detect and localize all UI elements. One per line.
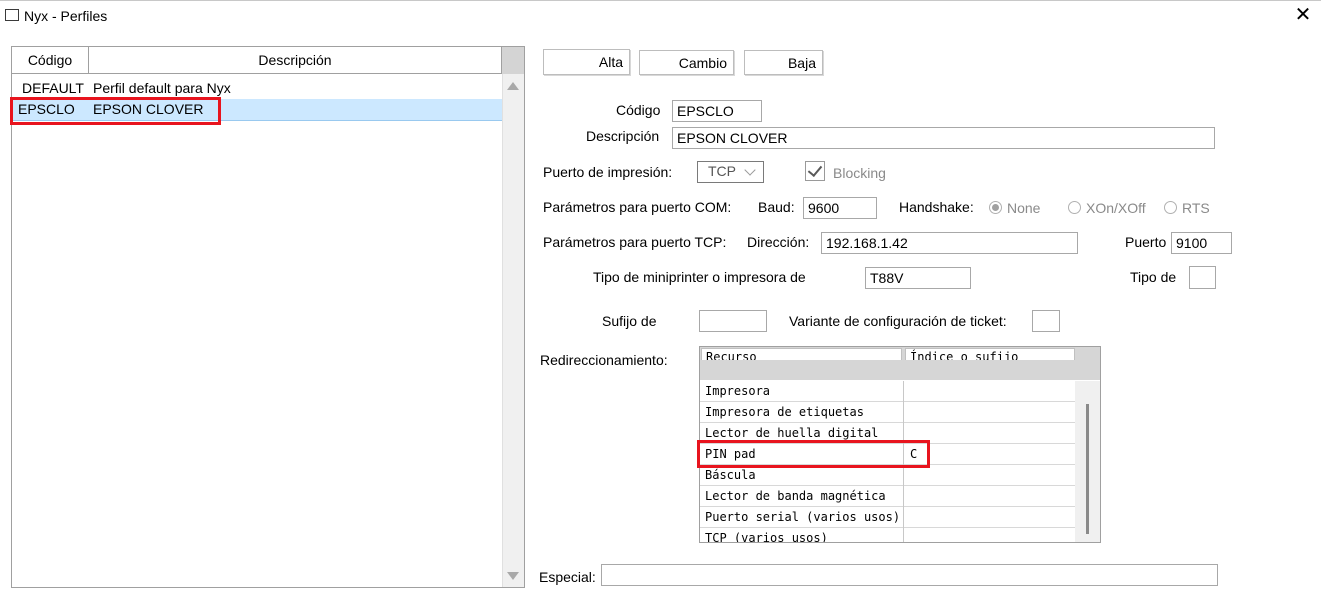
profiles-grid-header: Código Descripción <box>12 47 502 74</box>
tcp-params-label: Parámetros para puerto TCP: <box>543 234 727 250</box>
sufijo-label: Sufijo de <box>602 313 657 329</box>
window-icon <box>5 9 19 21</box>
variante-label: Variante de configuración de ticket: <box>789 313 1007 329</box>
puerto-impresion-value: TCP <box>708 163 736 179</box>
cell-recurso: Báscula <box>700 465 904 486</box>
redirect-table-scroll-thumb[interactable] <box>1086 404 1089 534</box>
cell-recurso <box>700 360 904 381</box>
com-params-label: Parámetros para puerto COM: <box>543 199 732 215</box>
cell-codigo: DEFAULT <box>22 80 84 96</box>
baud-field[interactable]: 9600 <box>803 197 877 219</box>
descripcion-label: Descripción <box>586 128 660 144</box>
table-row[interactable]: Lector de banda magnética <box>700 486 1075 507</box>
column-header-codigo[interactable]: Código <box>12 47 89 73</box>
tipo-miniprinter-field[interactable]: T88V <box>865 267 971 289</box>
highlight-box-selected-profile <box>10 97 221 125</box>
cell-indice <box>905 381 1080 402</box>
profiles-grid[interactable] <box>11 46 525 588</box>
table-row[interactable]: Puerto serial (varios usos) <box>700 507 1075 528</box>
puerto-tcp-field[interactable]: 9100 <box>1171 232 1232 254</box>
puerto-impresion-label: Puerto de impresión: <box>543 164 673 180</box>
table-row[interactable]: Báscula <box>700 465 1075 486</box>
alta-button[interactable]: Alta <box>543 49 630 75</box>
tipo-miniprinter-label: Tipo de miniprinter o impresora de <box>593 269 806 285</box>
cell-recurso: TCP (varios usos) <box>700 528 904 542</box>
handshake-none-label: None <box>1007 200 1041 216</box>
cell-indice: C <box>910 447 918 461</box>
handshake-rts-label: RTS <box>1182 200 1210 216</box>
cell-recurso: Lector de banda magnética <box>700 486 904 507</box>
window-top-border <box>0 0 1321 1</box>
tipo-de-field[interactable] <box>1189 266 1216 289</box>
cell-recurso: Impresora de etiquetas <box>700 402 904 423</box>
cell-recurso: Impresora <box>700 381 904 402</box>
cell-indice <box>905 423 1080 444</box>
table-row[interactable]: Impresora de etiquetas <box>700 402 1075 423</box>
table-row[interactable] <box>700 360 1075 380</box>
column-header-descripcion[interactable]: Descripción <box>89 47 502 73</box>
cambio-button[interactable]: Cambio <box>639 50 734 75</box>
variante-field[interactable] <box>1032 310 1060 332</box>
highlight-box-pin-pad <box>697 440 930 468</box>
especial-label: Especial: <box>539 569 596 585</box>
radio-selected-dot-icon <box>992 204 999 211</box>
direccion-field[interactable]: 192.168.1.42 <box>821 232 1078 254</box>
scrollbar-header-block <box>502 47 524 74</box>
codigo-label: Código <box>616 102 661 118</box>
especial-field[interactable] <box>601 564 1218 586</box>
tipo-de-label: Tipo de <box>1130 269 1177 285</box>
cell-indice <box>905 402 1080 423</box>
close-icon[interactable]: ✕ <box>1292 3 1314 27</box>
handshake-rts-radio[interactable] <box>1164 201 1177 214</box>
table-row[interactable]: TCP (varios usos) <box>700 528 1075 542</box>
cell-indice <box>905 486 1080 507</box>
window-title: Nyx - Perfiles <box>24 8 108 24</box>
handshake-xonxoff-radio[interactable] <box>1068 201 1081 214</box>
blocking-label: Blocking <box>833 165 886 181</box>
cell-recurso: Puerto serial (varios usos) <box>700 507 904 528</box>
cell-indice <box>905 528 1075 542</box>
cell-indice <box>905 507 1080 528</box>
cell-indice <box>905 465 1080 486</box>
cell-indice <box>905 360 1080 381</box>
baja-button[interactable]: Baja <box>744 50 823 75</box>
direccion-label: Dirección: <box>747 234 810 250</box>
table-row[interactable]: Impresora <box>700 381 1075 402</box>
profiles-grid-scrollbar[interactable] <box>502 47 524 587</box>
handshake-label: Handshake: <box>899 199 974 215</box>
sufijo-field[interactable] <box>699 310 767 332</box>
scroll-up-arrow-icon[interactable] <box>507 82 519 90</box>
puerto-tcp-label: Puerto <box>1125 234 1167 250</box>
baud-label: Baud: <box>758 199 795 215</box>
codigo-field[interactable]: EPSCLO <box>672 100 762 122</box>
scroll-down-arrow-icon[interactable] <box>507 572 519 580</box>
cell-descripcion: Perfil default para Nyx <box>93 80 231 96</box>
table-row[interactable]: DEFAULT Perfil default para Nyx <box>12 78 502 99</box>
redireccionamiento-label: Redireccionamiento: <box>540 352 668 368</box>
descripcion-field[interactable]: EPSON CLOVER <box>672 127 1215 149</box>
handshake-xonxoff-label: XOn/XOff <box>1086 200 1146 216</box>
